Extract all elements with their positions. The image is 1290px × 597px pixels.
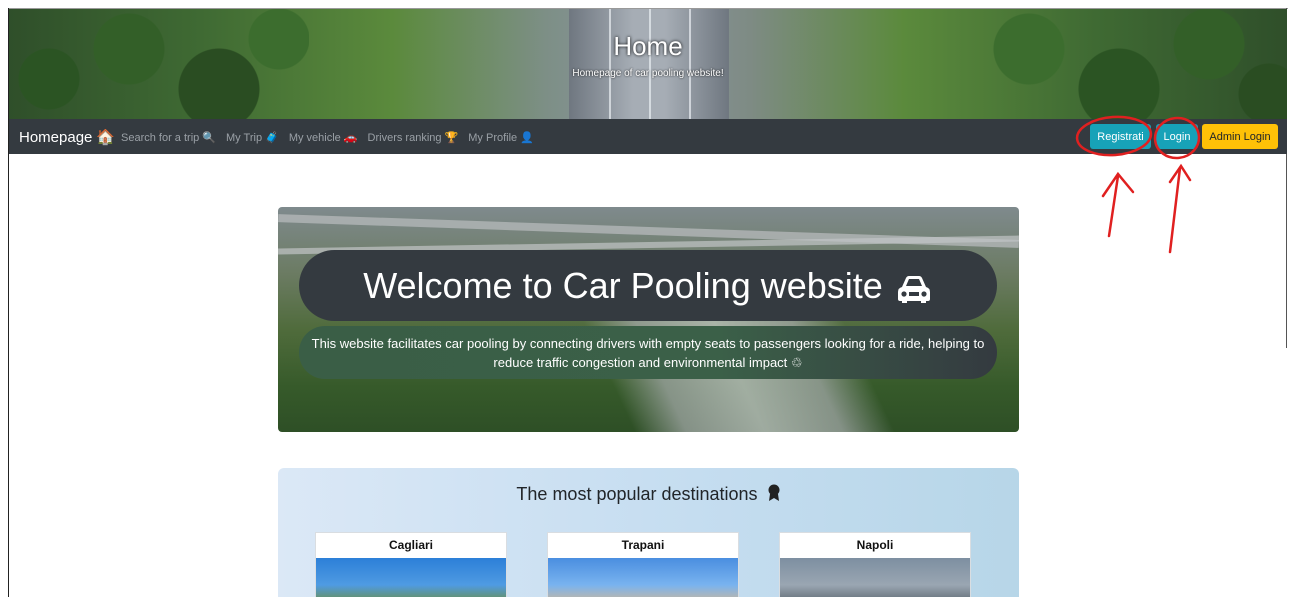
- nav-link-my-profile[interactable]: My Profile 👤: [468, 131, 534, 144]
- navbar: Homepage 🏠 Search for a trip 🔍 My Trip 🧳 …: [9, 119, 1287, 154]
- destination-card-cagliari[interactable]: Cagliari: [315, 532, 507, 597]
- banner-lane: [609, 9, 611, 119]
- destination-name: Cagliari: [388, 538, 433, 552]
- banner-trees-right: [989, 9, 1287, 119]
- brand-label: Homepage: [19, 129, 93, 146]
- destinations-title: The most popular destinations: [278, 484, 1019, 507]
- hero-title: Welcome to Car Pooling website: [299, 250, 997, 321]
- destination-name: Trapani: [621, 538, 665, 552]
- destination-card-trapani[interactable]: Trapani: [547, 532, 739, 597]
- nav-link-my-trip[interactable]: My Trip 🧳: [226, 131, 279, 144]
- car-icon: [895, 271, 933, 303]
- destination-card-napoli[interactable]: Napoli: [779, 532, 971, 597]
- medal-icon: [767, 484, 781, 507]
- page-title: Home: [613, 31, 683, 61]
- banner-lane: [689, 9, 691, 119]
- destinations-title-text: The most popular destinations: [516, 484, 758, 504]
- destination-image: [548, 558, 738, 597]
- hero-description: This website facilitates car pooling by …: [299, 326, 997, 379]
- nav-link-search[interactable]: Search for a trip 🔍: [121, 131, 216, 144]
- annotation-arrow-register: [1101, 171, 1135, 238]
- register-button[interactable]: Registrati: [1090, 124, 1151, 149]
- banner-trees-left: [9, 9, 309, 119]
- annotation-arrow-login: [1168, 163, 1192, 254]
- nav-links: Search for a trip 🔍 My Trip 🧳 My vehicle…: [121, 131, 534, 144]
- destination-name: Napoli: [856, 538, 894, 552]
- login-button[interactable]: Login: [1156, 124, 1198, 149]
- admin-login-button[interactable]: Admin Login: [1202, 124, 1278, 149]
- house-icon: 🏠: [96, 129, 116, 146]
- banner-lane: [649, 9, 651, 119]
- destination-image: [780, 558, 970, 597]
- destination-image: [316, 558, 506, 597]
- hero-title-text: Welcome to Car Pooling website: [363, 264, 883, 306]
- nav-link-drivers-ranking[interactable]: Drivers ranking 🏆: [368, 131, 459, 144]
- navbar-brand[interactable]: Homepage 🏠: [19, 128, 115, 146]
- header-banner: Home Homepage of car pooling website!: [9, 9, 1287, 119]
- nav-link-my-vehicle[interactable]: My vehicle 🚗: [289, 131, 358, 144]
- page-subtitle: Homepage of car pooling website!: [572, 68, 724, 79]
